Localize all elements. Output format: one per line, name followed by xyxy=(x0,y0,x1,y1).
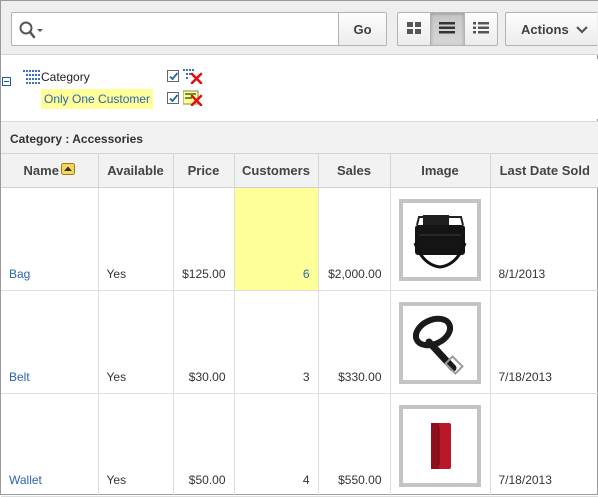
actions-menu-button[interactable]: Actions xyxy=(505,12,597,46)
control-break-header: Category : Accessories xyxy=(1,121,598,154)
column-header-customers[interactable]: Customers xyxy=(234,154,319,188)
cell-name: Bag xyxy=(1,187,99,291)
filter-row-category: Category xyxy=(23,67,90,87)
filter-label-category[interactable]: Category xyxy=(41,70,90,84)
filter-checkbox-category[interactable] xyxy=(167,70,179,82)
icon-view-button[interactable] xyxy=(398,13,432,45)
report-toolbar: Go Actions xyxy=(1,1,598,55)
cell-image xyxy=(390,187,491,291)
report-region: Go Actions Category Only One Customer Ca… xyxy=(0,0,598,497)
cell-available: Yes xyxy=(98,393,174,497)
report-table: Name Available Price Customers Sales Ima… xyxy=(1,154,598,497)
filter-checkbox-only-one-customer[interactable] xyxy=(167,92,179,104)
cell-last-date-sold: 7/18/2013 xyxy=(490,290,598,394)
chevron-down-icon xyxy=(575,22,588,37)
search-box: Go xyxy=(11,12,387,46)
remove-control-break-icon[interactable] xyxy=(183,68,203,85)
collapse-filters-icon[interactable] xyxy=(2,77,11,86)
report-view-button[interactable] xyxy=(431,13,465,45)
detail-view-icon xyxy=(472,21,490,38)
column-header-price[interactable]: Price xyxy=(173,154,235,188)
product-link[interactable]: Bag xyxy=(9,267,30,281)
cell-price: $30.00 xyxy=(173,290,235,394)
table-row: Bag Yes $125.00 6 $2,000.00 8/1/2013 xyxy=(1,187,598,291)
wallet-image xyxy=(398,404,481,487)
cell-image xyxy=(390,393,491,497)
cell-image xyxy=(390,290,491,394)
column-header-name[interactable]: Name xyxy=(1,154,99,188)
cell-customers: 3 xyxy=(234,290,319,394)
filter-label-only-one-customer[interactable]: Only One Customer xyxy=(41,89,154,109)
cell-last-date-sold: 8/1/2013 xyxy=(490,187,598,291)
filter-row-only-one-customer: Only One Customer xyxy=(23,89,154,109)
column-header-last-date-sold[interactable]: Last Date Sold xyxy=(490,154,598,188)
icon-view-icon xyxy=(406,21,422,38)
cell-name: Wallet xyxy=(1,393,99,497)
bag-image xyxy=(398,198,481,281)
search-input[interactable] xyxy=(52,17,337,41)
cell-price: $125.00 xyxy=(173,187,235,291)
cell-name: Belt xyxy=(1,290,99,394)
report-view-icon xyxy=(438,21,456,38)
table-header-row: Name Available Price Customers Sales Ima… xyxy=(1,154,598,188)
table-row: Wallet Yes $50.00 4 $550.00 7/18/2013 xyxy=(1,393,598,497)
actions-label: Actions xyxy=(521,21,569,37)
go-button[interactable]: Go xyxy=(338,13,386,45)
belt-image xyxy=(398,301,481,384)
sort-ascending-icon[interactable] xyxy=(60,162,75,178)
view-mode-toggle xyxy=(397,12,498,46)
column-header-image[interactable]: Image xyxy=(390,154,491,188)
cell-customers: 4 xyxy=(234,393,319,497)
cell-available: Yes xyxy=(98,290,174,394)
product-link[interactable]: Belt xyxy=(9,370,30,384)
cell-available: Yes xyxy=(98,187,174,291)
cell-sales: $550.00 xyxy=(318,393,391,497)
detail-view-button[interactable] xyxy=(465,13,497,45)
column-header-sales[interactable]: Sales xyxy=(318,154,391,188)
cell-last-date-sold: 7/18/2013 xyxy=(490,393,598,497)
filter-panel: Category Only One Customer xyxy=(1,59,598,119)
search-icon[interactable] xyxy=(19,21,49,39)
product-link[interactable]: Wallet xyxy=(9,473,42,487)
cell-price: $50.00 xyxy=(173,393,235,497)
control-break-icon xyxy=(23,69,41,85)
cell-sales: $2,000.00 xyxy=(318,187,391,291)
column-header-available[interactable]: Available xyxy=(98,154,174,188)
remove-highlight-icon[interactable] xyxy=(182,90,203,107)
cell-customers: 6 xyxy=(234,187,319,291)
table-row: Belt Yes $30.00 3 $330.00 7/18/2013 xyxy=(1,290,598,394)
cell-sales: $330.00 xyxy=(318,290,391,394)
